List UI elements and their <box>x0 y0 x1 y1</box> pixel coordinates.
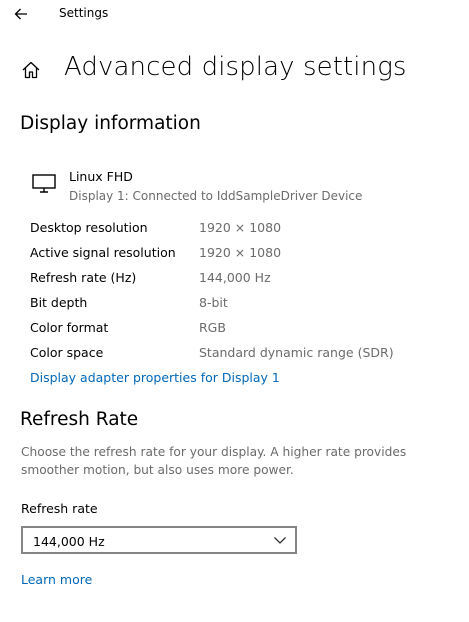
home-icon <box>22 61 40 79</box>
display-adapter-properties-link[interactable]: Display adapter properties for Display 1 <box>30 370 280 385</box>
refresh-rate-dropdown[interactable]: 144,000 Hz <box>21 526 297 554</box>
refresh-rate-label: Refresh rate <box>21 501 98 516</box>
info-value: 1920 × 1080 <box>199 220 282 235</box>
info-value: 1920 × 1080 <box>199 245 282 260</box>
refresh-rate-heading: Refresh Rate <box>20 409 139 430</box>
display-information-heading: Display information <box>20 113 201 134</box>
info-label: Desktop resolution <box>30 220 148 235</box>
back-button[interactable] <box>9 3 33 25</box>
info-value: Standard dynamic range (SDR) <box>199 345 394 360</box>
app-title: Settings <box>59 6 109 20</box>
page-title: Advanced display settings <box>64 52 407 82</box>
learn-more-link[interactable]: Learn more <box>21 572 92 587</box>
info-label: Active signal resolution <box>30 245 176 260</box>
display-connection: Display 1: Connected to IddSampleDriver … <box>69 189 363 203</box>
display-name: Linux FHD <box>69 169 133 184</box>
refresh-rate-description: Choose the refresh rate for your display… <box>21 445 407 477</box>
info-label: Color format <box>30 320 109 335</box>
info-label: Refresh rate (Hz) <box>30 270 137 285</box>
back-arrow-icon <box>14 8 27 20</box>
info-row-refresh-rate: Refresh rate (Hz) 144,000 Hz <box>30 270 450 290</box>
info-value: RGB <box>199 320 226 335</box>
info-value: 144,000 Hz <box>199 270 271 285</box>
info-row-color-space: Color space Standard dynamic range (SDR) <box>30 345 450 365</box>
info-value: 8-bit <box>199 295 228 310</box>
info-row-color-format: Color format RGB <box>30 320 450 340</box>
chevron-down-icon <box>274 537 286 544</box>
info-row-desktop-resolution: Desktop resolution 1920 × 1080 <box>30 220 450 240</box>
refresh-rate-selected-value: 144,000 Hz <box>33 534 105 549</box>
info-row-bit-depth: Bit depth 8-bit <box>30 295 450 315</box>
monitor-icon <box>32 174 56 193</box>
info-label: Bit depth <box>30 295 88 310</box>
info-label: Color space <box>30 345 104 360</box>
info-row-active-signal-resolution: Active signal resolution 1920 × 1080 <box>30 245 450 265</box>
settings-window: Settings Advanced display settings Displ… <box>0 0 469 622</box>
